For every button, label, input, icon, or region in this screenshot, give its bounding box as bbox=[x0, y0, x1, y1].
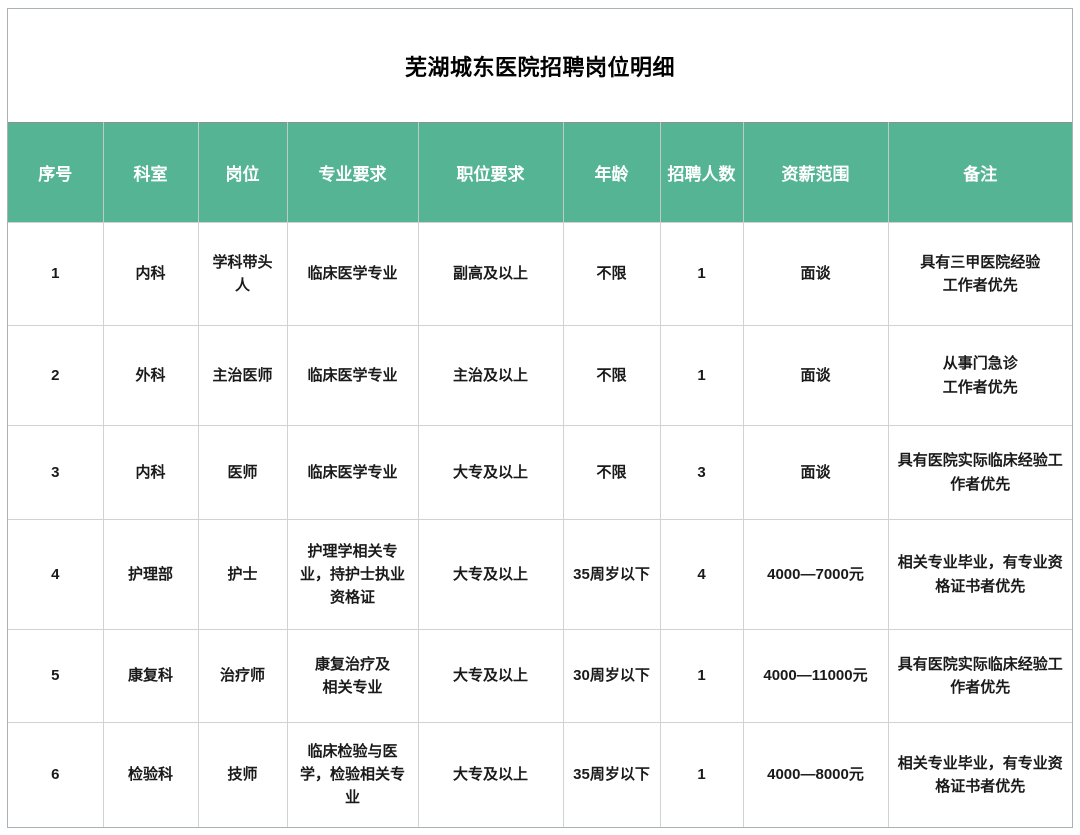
cell-row2-rank-requirement: 主治及以上 bbox=[418, 326, 563, 426]
cell-row5-index: 5 bbox=[8, 630, 103, 723]
column-header-salary-range: 资薪范围 bbox=[743, 123, 888, 223]
cell-row4-department: 护理部 bbox=[103, 520, 198, 630]
cell-row6-major-requirement: 临床检验与医学，检验相关专业 bbox=[287, 723, 418, 827]
cell-row6-department: 检验科 bbox=[103, 723, 198, 827]
cell-row6-headcount: 1 bbox=[660, 723, 743, 827]
cell-row3-major-requirement: 临床医学专业 bbox=[287, 426, 418, 520]
column-header-rank-requirement: 职位要求 bbox=[418, 123, 563, 223]
cell-row6-rank-requirement: 大专及以上 bbox=[418, 723, 563, 827]
table-row: 4护理部护士护理学相关专业，持护士执业资格证大专及以上35周岁以下44000—7… bbox=[8, 520, 1072, 630]
page-title: 芜湖城东医院招聘岗位明细 bbox=[8, 9, 1072, 122]
cell-row4-rank-requirement: 大专及以上 bbox=[418, 520, 563, 630]
cell-row6-age: 35周岁以下 bbox=[563, 723, 660, 827]
cell-row6-remarks: 相关专业毕业，有专业资格证书者优先 bbox=[888, 723, 1072, 827]
recruitment-table: 序号科室岗位专业要求职位要求年龄招聘人数资薪范围备注 1内科学科带头人临床医学专… bbox=[8, 122, 1072, 827]
cell-row2-position: 主治医师 bbox=[198, 326, 287, 426]
cell-row1-headcount: 1 bbox=[660, 223, 743, 326]
cell-row2-major-requirement: 临床医学专业 bbox=[287, 326, 418, 426]
cell-row3-index: 3 bbox=[8, 426, 103, 520]
cell-row4-remarks: 相关专业毕业，有专业资格证书者优先 bbox=[888, 520, 1072, 630]
table-row: 6检验科技师临床检验与医学，检验相关专业大专及以上35周岁以下14000—800… bbox=[8, 723, 1072, 827]
cell-row3-age: 不限 bbox=[563, 426, 660, 520]
cell-row5-position: 治疗师 bbox=[198, 630, 287, 723]
table-row: 1内科学科带头人临床医学专业副高及以上不限1面谈具有三甲医院经验 工作者优先 bbox=[8, 223, 1072, 326]
column-header-position: 岗位 bbox=[198, 123, 287, 223]
cell-row1-index: 1 bbox=[8, 223, 103, 326]
cell-row4-age: 35周岁以下 bbox=[563, 520, 660, 630]
table-row: 2外科主治医师临床医学专业主治及以上不限1面谈从事门急诊 工作者优先 bbox=[8, 326, 1072, 426]
cell-row3-department: 内科 bbox=[103, 426, 198, 520]
cell-row2-salary-range: 面谈 bbox=[743, 326, 888, 426]
cell-row5-headcount: 1 bbox=[660, 630, 743, 723]
cell-row6-position: 技师 bbox=[198, 723, 287, 827]
column-header-department: 科室 bbox=[103, 123, 198, 223]
cell-row3-headcount: 3 bbox=[660, 426, 743, 520]
cell-row6-index: 6 bbox=[8, 723, 103, 827]
cell-row1-age: 不限 bbox=[563, 223, 660, 326]
cell-row5-remarks: 具有医院实际临床经验工作者优先 bbox=[888, 630, 1072, 723]
cell-row2-age: 不限 bbox=[563, 326, 660, 426]
column-header-major-requirement: 专业要求 bbox=[287, 123, 418, 223]
cell-row1-rank-requirement: 副高及以上 bbox=[418, 223, 563, 326]
recruitment-sheet: 芜湖城东医院招聘岗位明细 序号科室岗位专业要求职位要求年龄招聘人数资薪范围备注 … bbox=[7, 8, 1073, 828]
cell-row2-department: 外科 bbox=[103, 326, 198, 426]
cell-row5-salary-range: 4000—11000元 bbox=[743, 630, 888, 723]
cell-row1-position: 学科带头人 bbox=[198, 223, 287, 326]
column-header-remarks: 备注 bbox=[888, 123, 1072, 223]
cell-row4-headcount: 4 bbox=[660, 520, 743, 630]
cell-row5-rank-requirement: 大专及以上 bbox=[418, 630, 563, 723]
cell-row4-salary-range: 4000—7000元 bbox=[743, 520, 888, 630]
cell-row1-salary-range: 面谈 bbox=[743, 223, 888, 326]
table-row: 3内科医师临床医学专业大专及以上不限3面谈具有医院实际临床经验工作者优先 bbox=[8, 426, 1072, 520]
column-header-index: 序号 bbox=[8, 123, 103, 223]
cell-row1-department: 内科 bbox=[103, 223, 198, 326]
cell-row6-salary-range: 4000—8000元 bbox=[743, 723, 888, 827]
column-header-headcount: 招聘人数 bbox=[660, 123, 743, 223]
column-header-age: 年龄 bbox=[563, 123, 660, 223]
cell-row3-position: 医师 bbox=[198, 426, 287, 520]
cell-row1-remarks: 具有三甲医院经验 工作者优先 bbox=[888, 223, 1072, 326]
cell-row2-index: 2 bbox=[8, 326, 103, 426]
cell-row2-headcount: 1 bbox=[660, 326, 743, 426]
cell-row5-age: 30周岁以下 bbox=[563, 630, 660, 723]
cell-row4-major-requirement: 护理学相关专业，持护士执业资格证 bbox=[287, 520, 418, 630]
cell-row5-major-requirement: 康复治疗及 相关专业 bbox=[287, 630, 418, 723]
cell-row3-salary-range: 面谈 bbox=[743, 426, 888, 520]
cell-row3-rank-requirement: 大专及以上 bbox=[418, 426, 563, 520]
cell-row1-major-requirement: 临床医学专业 bbox=[287, 223, 418, 326]
cell-row5-department: 康复科 bbox=[103, 630, 198, 723]
cell-row3-remarks: 具有医院实际临床经验工作者优先 bbox=[888, 426, 1072, 520]
table-header-row: 序号科室岗位专业要求职位要求年龄招聘人数资薪范围备注 bbox=[8, 123, 1072, 223]
cell-row2-remarks: 从事门急诊 工作者优先 bbox=[888, 326, 1072, 426]
table-row: 5康复科治疗师康复治疗及 相关专业大专及以上30周岁以下14000—11000元… bbox=[8, 630, 1072, 723]
cell-row4-position: 护士 bbox=[198, 520, 287, 630]
cell-row4-index: 4 bbox=[8, 520, 103, 630]
